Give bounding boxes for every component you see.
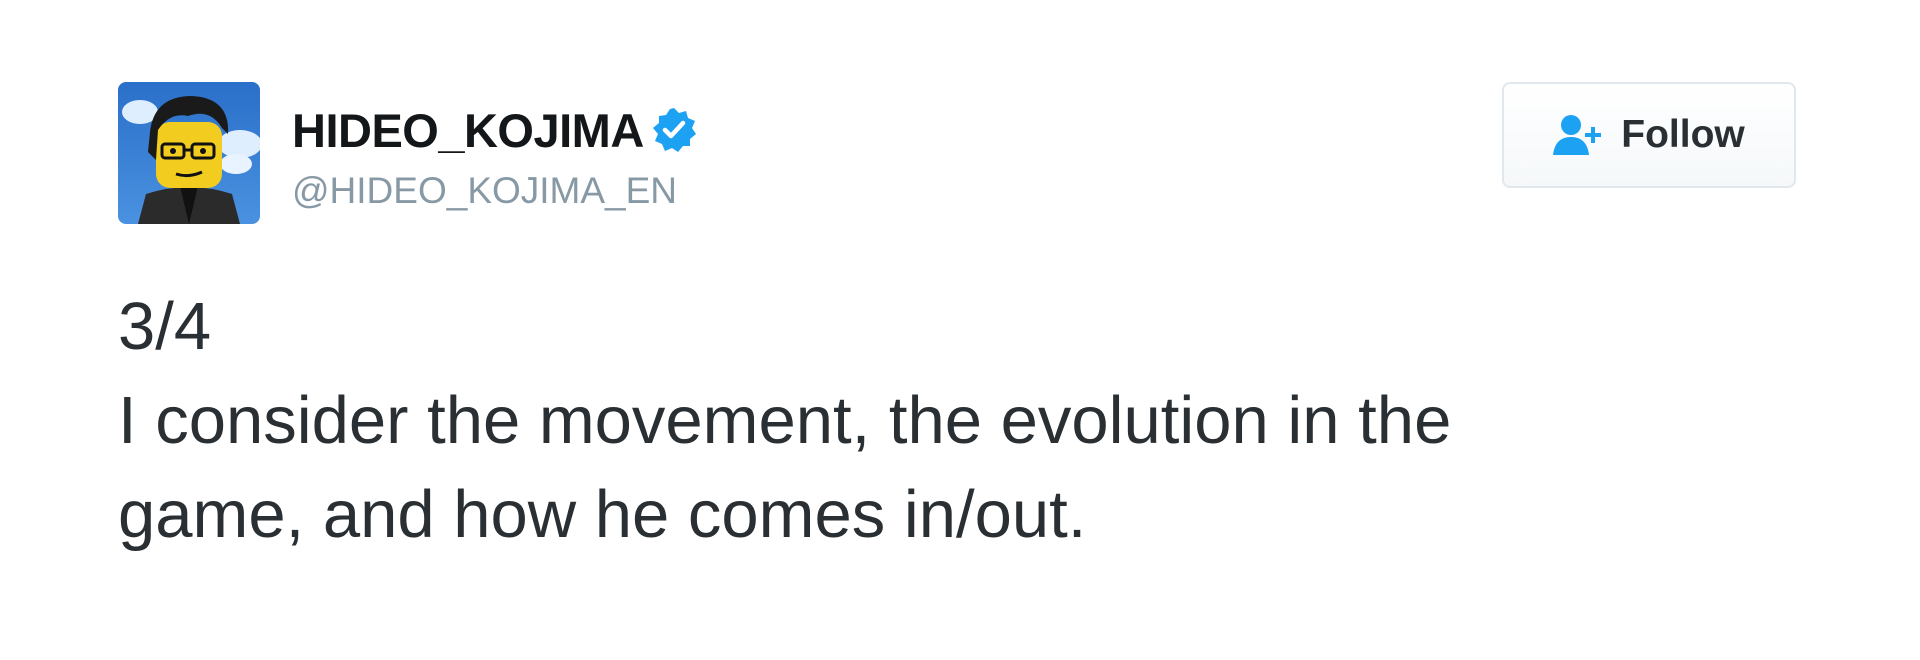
- tweet-text-line: I consider the movement, the evolution i…: [118, 383, 1452, 458]
- tweet-card: HIDEO_KOJIMA @HIDEO_KOJIMA_EN Follow 3/4…: [0, 0, 1920, 660]
- author-handle[interactable]: @HIDEO_KOJIMA_EN: [292, 170, 677, 212]
- avatar[interactable]: [118, 82, 260, 224]
- follow-button-label: Follow: [1621, 113, 1745, 156]
- author-name-row[interactable]: HIDEO_KOJIMA: [292, 102, 698, 158]
- follow-button[interactable]: Follow: [1502, 82, 1796, 188]
- author-display-name[interactable]: HIDEO_KOJIMA: [292, 103, 644, 158]
- avatar-image: [118, 82, 260, 224]
- tweet-text-line: game, and how he comes in/out.: [118, 477, 1087, 552]
- follow-user-icon: [1553, 113, 1605, 157]
- tweet-text-line: 3/4: [118, 289, 212, 364]
- tweet-text: 3/4 I consider the movement, the evoluti…: [118, 280, 1818, 562]
- verified-badge-icon: [650, 106, 698, 154]
